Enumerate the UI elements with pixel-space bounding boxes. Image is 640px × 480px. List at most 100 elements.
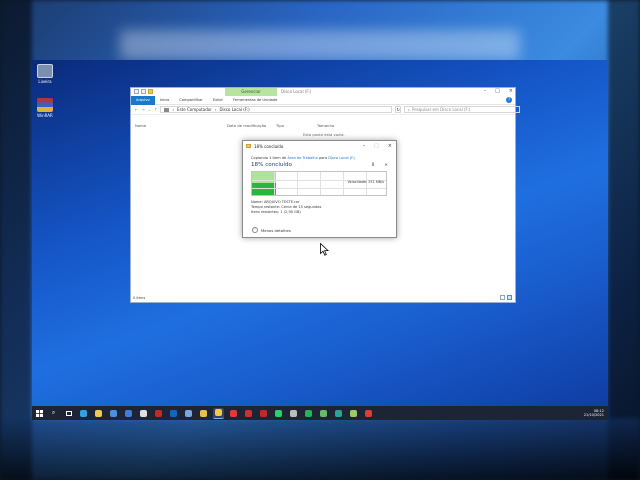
taskbar-app-button[interactable] (93, 408, 104, 419)
column-size[interactable]: Tamanho (317, 123, 334, 128)
properties-icon[interactable] (141, 89, 146, 94)
cancel-icon[interactable]: × (384, 163, 388, 168)
less-details-label: Menos detalhes (261, 227, 291, 233)
maximize-icon[interactable]: □ (495, 88, 500, 94)
tab-home[interactable]: Início (155, 96, 175, 105)
search-icon: ⌕ (407, 107, 411, 112)
app-red-icon (155, 409, 162, 417)
app-teal-icon (335, 409, 342, 417)
taskbar-app-button[interactable] (153, 408, 164, 419)
dialog-titlebar: 18% concluído – □ × (243, 141, 396, 151)
taskbar-apps (76, 407, 376, 419)
column-date-modified[interactable]: Data de modificação (227, 123, 266, 128)
search-icon: ⌕ (51, 409, 56, 416)
help-icon[interactable]: ? (506, 97, 512, 103)
forward-arrow-icon[interactable]: → (141, 107, 144, 112)
desktop-icon-winrar[interactable]: WinRAR (34, 98, 56, 118)
taskbar-app-button[interactable] (198, 408, 209, 419)
backdrop-glow (120, 30, 520, 60)
back-arrow-icon[interactable]: ← (135, 107, 138, 112)
close-icon[interactable]: × (388, 143, 392, 149)
taskbar-app-button[interactable] (138, 408, 149, 419)
whatsapp-icon (275, 409, 282, 417)
column-type[interactable]: Tipo (276, 123, 284, 128)
photos-icon (185, 409, 192, 417)
refresh-icon[interactable]: ↻ (395, 106, 401, 113)
column-headers: Nome Data de modificação Tipo Tamanho (131, 122, 515, 130)
taskbar-app-button[interactable] (213, 407, 224, 419)
copy-description: Copiando 1 item de Área de Trabalho para… (251, 156, 388, 160)
transfer-speed-graph: Velocidade: 251 MB/s (251, 171, 387, 196)
recent-chevron-icon[interactable]: ⌄ (148, 107, 151, 112)
chrome-icon (140, 409, 147, 417)
task-view-button[interactable] (63, 408, 74, 419)
taskbar-app-button[interactable] (78, 408, 89, 419)
app-red4-icon (260, 409, 267, 417)
graph-gridline (252, 188, 386, 189)
large-icons-view-icon[interactable] (507, 295, 512, 300)
search-box[interactable]: ⌕ Pesquisar em Disco Local (F:) (403, 106, 520, 113)
close-icon[interactable]: × (509, 88, 513, 94)
tab-file[interactable]: Arquivo (131, 95, 155, 105)
backdrop-left-bar (0, 0, 32, 480)
column-name[interactable]: Nome (135, 123, 146, 128)
manage-context-tab[interactable]: Gerenciar (225, 88, 277, 96)
new-folder-icon[interactable] (148, 89, 153, 94)
dialog-title: 18% concluído (254, 143, 284, 149)
system-clock[interactable]: 08:12 21/10/2021 (584, 409, 604, 417)
details-view-icon[interactable] (500, 295, 505, 300)
address-bar[interactable]: › Este Computador › Disco Local (F:) (160, 106, 393, 113)
file-explorer-open-icon (215, 409, 222, 416)
taskbar-app-button[interactable] (348, 408, 359, 419)
destination-link[interactable]: Disco Local (F:) (328, 156, 355, 160)
minimize-icon[interactable]: – (484, 88, 487, 94)
desktop-icon-label: Lixeira (38, 79, 52, 84)
window-controls: – □ × (484, 88, 513, 94)
taskbar-app-button[interactable] (333, 408, 344, 419)
drive-icon (164, 107, 170, 112)
winrar-icon (37, 98, 53, 112)
taskbar-app-button[interactable] (288, 408, 299, 419)
breadcrumb-local-disk[interactable]: Disco Local (F:) (219, 107, 249, 112)
percent-row: 18% concluído II × (251, 162, 388, 168)
taskbar-app-button[interactable] (228, 408, 239, 419)
view-buttons (500, 295, 512, 300)
taskbar-app-button[interactable] (183, 408, 194, 419)
taskbar-app-button[interactable] (108, 408, 119, 419)
taskbar-app-button[interactable] (243, 408, 254, 419)
up-arrow-icon[interactable]: ↑ (154, 107, 157, 112)
store-icon (110, 409, 117, 417)
taskbar-app-button[interactable] (303, 408, 314, 419)
mouse-pointer-icon (320, 243, 329, 256)
mail-icon (125, 409, 132, 417)
start-button[interactable] (32, 406, 46, 420)
save-icon[interactable] (134, 89, 139, 94)
breadcrumb-this-pc[interactable]: Este Computador (177, 107, 212, 112)
quick-access-toolbar (134, 89, 153, 94)
minimize-icon[interactable]: – (363, 143, 366, 149)
taskbar-app-button[interactable] (123, 408, 134, 419)
taskbar-app-button[interactable] (273, 408, 284, 419)
graph-gridline (343, 172, 344, 195)
search-button[interactable]: ⌕ (48, 408, 59, 419)
address-row: ← → ⌄ ↑ › Este Computador › Disco Local … (131, 105, 520, 115)
tab-drive-tools[interactable]: Ferramentas de Unidade (228, 96, 282, 105)
percent-complete-label: 18% concluído (251, 162, 292, 168)
less-details-toggle[interactable]: ˄ Menos detalhes (252, 227, 291, 233)
speed-fill (252, 183, 276, 195)
app-blue-icon (170, 409, 177, 417)
taskbar-app-button[interactable] (318, 408, 329, 419)
app-red5-icon (365, 409, 372, 417)
tab-share[interactable]: Compartilhar (174, 96, 208, 105)
source-link[interactable]: Área de Trabalho (287, 156, 317, 160)
pause-icon[interactable]: II (372, 163, 375, 168)
taskbar-app-button[interactable] (258, 408, 269, 419)
tab-view[interactable]: Exibir (208, 96, 228, 105)
desktop-icon-recycle-bin[interactable]: Lixeira (34, 64, 56, 84)
taskbar-app-button[interactable] (168, 408, 179, 419)
explorer-titlebar: Gerenciar Disco Local (F:) – □ × (131, 88, 515, 96)
transfer-controls: II × (372, 163, 388, 168)
taskbar-app-button[interactable] (363, 408, 374, 419)
breadcrumb-chevron-icon: › (214, 107, 217, 112)
maximize-icon[interactable]: □ (374, 143, 379, 149)
